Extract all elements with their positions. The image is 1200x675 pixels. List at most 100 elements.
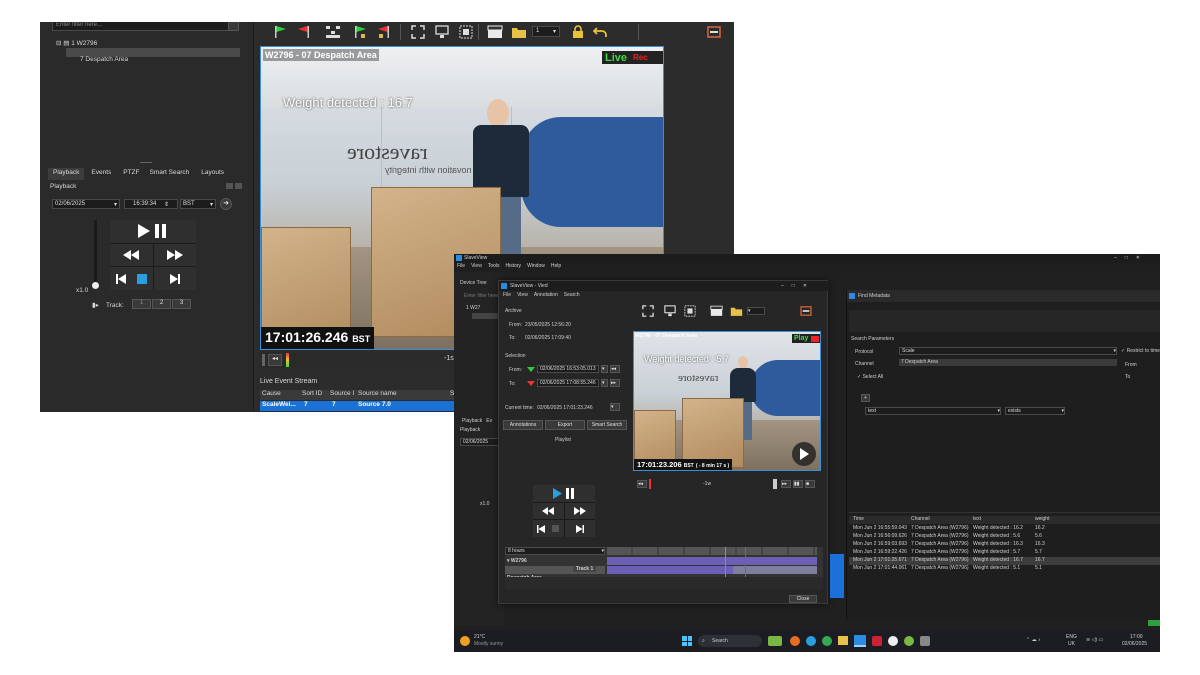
- timeline-back-button[interactable]: ◂◂: [268, 354, 282, 366]
- tray-lang[interactable]: ENG: [1066, 634, 1077, 640]
- left-tab-playback[interactable]: Playback: [462, 418, 482, 424]
- fast-forward-button[interactable]: [153, 243, 196, 267]
- tab-smart-search[interactable]: Smart Search: [145, 168, 195, 180]
- dialog-folder-icon[interactable]: [729, 304, 743, 318]
- table-row[interactable]: Mon Jun 2 16:55:59.043 7 Despatch Area (W…: [849, 525, 1160, 533]
- dialog-region-icon[interactable]: [683, 304, 697, 318]
- start-button[interactable]: [682, 636, 692, 646]
- timeline-site-bar[interactable]: [607, 557, 817, 565]
- panel-float-buttons[interactable]: [226, 183, 244, 189]
- dialog-menu-search[interactable]: Search: [564, 292, 580, 298]
- speed-slider[interactable]: [94, 220, 97, 288]
- dialog-menu-view[interactable]: View: [517, 292, 528, 298]
- weather-icon[interactable]: [460, 636, 470, 646]
- menu-window[interactable]: Window: [527, 263, 545, 272]
- timeline-playhead[interactable]: [745, 547, 746, 577]
- time-field[interactable]: 16:39:34 ⇕: [124, 199, 178, 209]
- red-flag-end-icon[interactable]: [376, 24, 392, 40]
- dialog-tl-forward[interactable]: ▸▸: [781, 480, 791, 488]
- smart-search-button[interactable]: Smart Search: [587, 420, 627, 430]
- tree-site[interactable]: ⊟ ▤ 1 W2796: [56, 39, 97, 47]
- clapper-export-icon[interactable]: [486, 24, 504, 40]
- tab-layouts[interactable]: Layouts: [194, 168, 231, 180]
- taskbar-app-4[interactable]: [904, 636, 914, 646]
- selection-to-jump[interactable]: ▸▸: [610, 379, 620, 387]
- tray-status-icons[interactable]: ≋ ◁) ▭: [1086, 637, 1103, 643]
- dialog-tl-pause[interactable]: ▮▮: [793, 480, 803, 488]
- dialog-menu-file[interactable]: File: [503, 292, 511, 298]
- edge-icon[interactable]: [806, 636, 816, 646]
- timezone-select[interactable]: BST ▾: [180, 199, 216, 209]
- lock-icon[interactable]: [570, 24, 586, 40]
- protocol-select[interactable]: Scale ▾: [899, 347, 1117, 355]
- dialog-close-button[interactable]: Close: [789, 595, 817, 603]
- tab-playback[interactable]: Playback: [48, 168, 85, 180]
- timeline-range-select[interactable]: 8 hours ▾: [505, 547, 605, 555]
- tree-camera-row[interactable]: 7 Despatch Area: [66, 48, 240, 63]
- annotations-button[interactable]: Annotations: [503, 420, 543, 430]
- device-tree-site[interactable]: 1 W27: [466, 305, 480, 311]
- dialog-window-controls[interactable]: –□✕: [781, 283, 815, 289]
- dialog-menu-annotation[interactable]: Annotation: [534, 292, 558, 298]
- red-flag-icon[interactable]: [296, 24, 312, 40]
- slaveview-taskbar-icon[interactable]: [854, 635, 866, 647]
- network-icon[interactable]: [324, 24, 342, 40]
- menu-file[interactable]: File: [457, 263, 465, 272]
- track-2-button[interactable]: 2: [152, 299, 171, 309]
- table-row[interactable]: Mon Jun 2 17:01:44.061 7 Despatch Area (W…: [849, 565, 1160, 573]
- dialog-skip-fwd-button[interactable]: [564, 520, 595, 537]
- left-tab-events[interactable]: Ev: [486, 418, 492, 424]
- date-field[interactable]: 02/06/2025 ▾: [52, 199, 120, 209]
- firefox-icon[interactable]: [790, 636, 800, 646]
- restrict-time-checkbox[interactable]: ✓ Restrict to time: [1121, 348, 1160, 354]
- select-region-icon[interactable]: [458, 24, 474, 40]
- undo-arrow-icon[interactable]: [592, 24, 608, 40]
- chrome-icon[interactable]: [822, 636, 832, 646]
- stop-button[interactable]: [131, 267, 152, 290]
- col-time[interactable]: Time: [849, 516, 911, 524]
- dialog-tl-back[interactable]: ◂◂: [637, 480, 647, 488]
- step-icon[interactable]: ▮▸: [92, 302, 99, 309]
- window-controls[interactable]: –□✕: [1114, 255, 1148, 261]
- condition-select[interactable]: exists ▾: [1005, 407, 1065, 415]
- dialog-rewind-button[interactable]: [533, 502, 564, 520]
- taskbar-app-2[interactable]: [872, 636, 882, 646]
- dialog-video-play-button[interactable]: [792, 442, 816, 466]
- selection-to-dropdown[interactable]: ▾: [601, 379, 608, 387]
- col-weight[interactable]: weight: [1035, 516, 1075, 524]
- menu-help[interactable]: Help: [551, 263, 561, 272]
- layout-select[interactable]: 1 ▾: [532, 26, 560, 37]
- selection-from-dropdown[interactable]: ▾: [601, 365, 608, 373]
- channel-item[interactable]: 7 Despatch Area: [899, 359, 1117, 366]
- green-flag-icon[interactable]: [272, 24, 288, 40]
- filter-clear-button[interactable]: [228, 22, 239, 31]
- dialog-tl-stop[interactable]: ■: [805, 480, 815, 488]
- explorer-icon[interactable]: [838, 636, 848, 645]
- col-sort-id[interactable]: Sort ID: [302, 390, 330, 400]
- table-row[interactable]: Mon Jun 2 17:01:25.671 7 Despatch Area (W…: [849, 557, 1160, 565]
- tray-icons[interactable]: ⌃ ☁ ♪: [1026, 637, 1040, 643]
- menu-tools[interactable]: Tools: [488, 263, 500, 272]
- monitor-icon[interactable]: [434, 24, 450, 40]
- table-row[interactable]: Mon Jun 2 16:56:09.626 7 Despatch Area (W…: [849, 533, 1160, 541]
- taskbar-search[interactable]: ⌕ Search: [698, 635, 762, 647]
- rewind-button[interactable]: [110, 243, 153, 267]
- timeline-sel-start[interactable]: [725, 547, 726, 577]
- storage-icon[interactable]: [706, 24, 722, 40]
- taskbar-app-3[interactable]: [888, 636, 898, 646]
- filter-input[interactable]: Enter filter here...: [52, 22, 238, 31]
- skip-back-button[interactable]: [110, 267, 131, 290]
- dialog-tl-cursor[interactable]: [649, 479, 651, 489]
- col-cause[interactable]: Cause: [260, 390, 302, 400]
- green-flag-start-icon[interactable]: [352, 24, 368, 40]
- table-row[interactable]: Mon Jun 2 16:59:03.693 7 Despatch Area (W…: [849, 541, 1160, 549]
- col-source-id[interactable]: Source I: [330, 390, 358, 400]
- track-1-button[interactable]: 1: [132, 299, 151, 309]
- device-filter[interactable]: Enter filter here: [464, 293, 498, 299]
- add-condition-button[interactable]: +: [861, 394, 870, 402]
- folder-icon[interactable]: [510, 24, 528, 40]
- current-time-dropdown[interactable]: ▾: [610, 403, 620, 411]
- dialog-fullscreen-icon[interactable]: [641, 304, 655, 318]
- selection-to-field[interactable]: 02/06/2025 17:08:55.246: [537, 379, 599, 387]
- col-text[interactable]: text: [973, 516, 1035, 524]
